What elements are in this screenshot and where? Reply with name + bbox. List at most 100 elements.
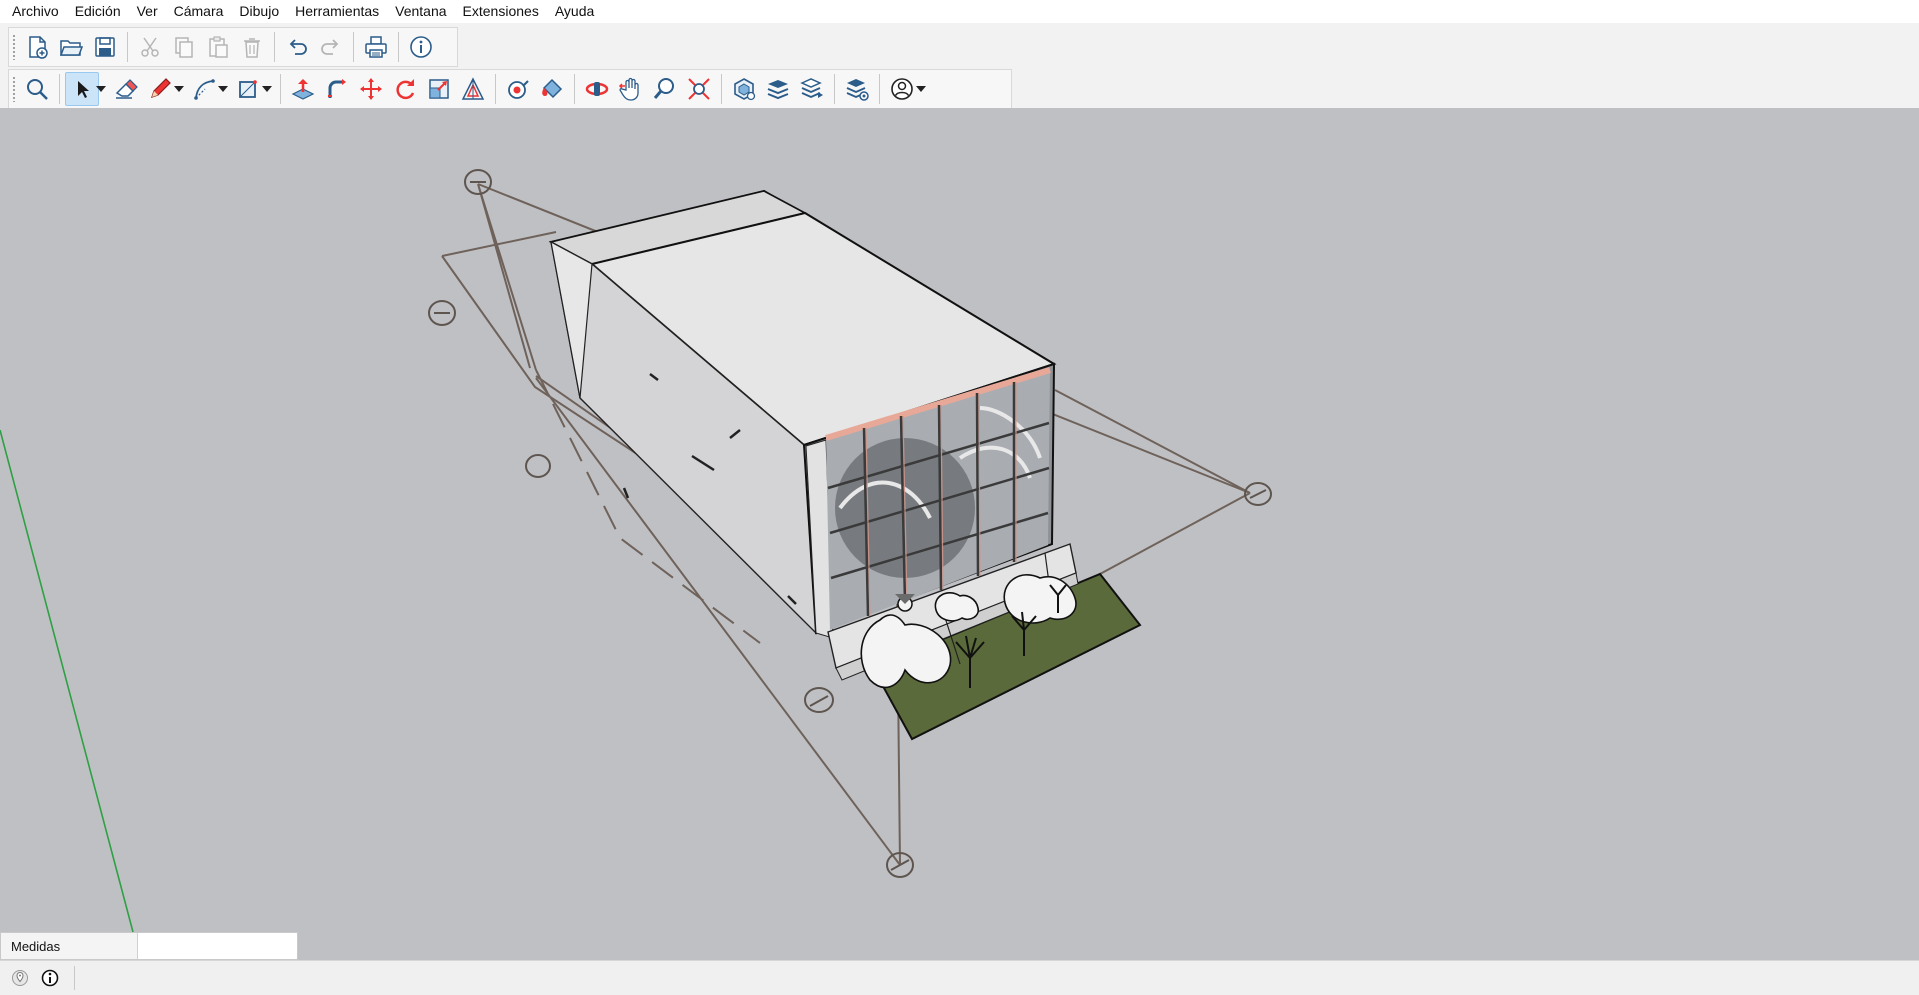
pan-tool-button[interactable]: [614, 72, 648, 106]
eraser-icon: [115, 79, 138, 99]
search-button[interactable]: [20, 72, 54, 106]
menu-dibujo[interactable]: Dibujo: [231, 0, 287, 23]
account-button[interactable]: [885, 72, 919, 106]
pan-icon: [618, 77, 639, 101]
toolbar-separator: [353, 32, 354, 62]
save-button[interactable]: [88, 30, 122, 64]
paint-bucket-tool-button[interactable]: [535, 72, 569, 106]
tape-measure-tool-button[interactable]: [501, 72, 535, 106]
delete-button[interactable]: [235, 30, 269, 64]
follow-me-icon: [328, 79, 346, 98]
rotate-icon: [396, 79, 415, 100]
measurements-label: Medidas: [11, 938, 61, 954]
styles-icon: [800, 78, 823, 98]
zoom-extents-tool-button[interactable]: [682, 72, 716, 106]
menu-extensiones[interactable]: Extensiones: [455, 0, 547, 23]
model-info-button[interactable]: [404, 30, 438, 64]
components-icon: [734, 78, 756, 101]
chevron-down-icon: [174, 86, 184, 92]
menu-camara[interactable]: Cámara: [166, 0, 232, 23]
toolbar-grip[interactable]: [12, 76, 16, 102]
redo-button[interactable]: [314, 30, 348, 64]
menu-archivo[interactable]: Archivo: [4, 0, 67, 23]
scenes-button[interactable]: [840, 72, 874, 106]
layers-button[interactable]: [761, 72, 795, 106]
open-folder-icon: [59, 40, 84, 56]
push-pull-icon: [291, 79, 315, 100]
paste-icon: [209, 36, 228, 58]
menu-bar: Archivo Edición Ver Cámara Dibujo Herram…: [0, 0, 1919, 23]
toolbar-separator: [127, 32, 128, 62]
toolbar-area: [0, 23, 1919, 109]
undo-button[interactable]: [280, 30, 314, 64]
modeling-viewport[interactable]: [0, 108, 1919, 932]
toolbar-separator: [274, 32, 275, 62]
cut-icon: [141, 37, 159, 57]
toolbar-separator: [280, 74, 281, 104]
menu-ver[interactable]: Ver: [129, 0, 166, 23]
standard-toolbar: [8, 27, 458, 67]
move-tool-button[interactable]: [354, 72, 388, 106]
toolbar-grip[interactable]: [12, 34, 16, 60]
push-pull-tool-button[interactable]: [286, 72, 320, 106]
move-icon: [360, 78, 382, 100]
open-button[interactable]: [54, 30, 88, 64]
orbit-tool-button[interactable]: [580, 72, 614, 106]
rectangle-tool-button[interactable]: [231, 72, 265, 106]
line-tool-button[interactable]: [143, 72, 177, 106]
menu-ventana[interactable]: Ventana: [387, 0, 454, 23]
chevron-down-icon: [96, 86, 106, 92]
model-info-icon: [410, 36, 432, 58]
styles-button[interactable]: [795, 72, 829, 106]
rotate-tool-button[interactable]: [388, 72, 422, 106]
arc-tool-button[interactable]: [187, 72, 221, 106]
menu-ayuda[interactable]: Ayuda: [547, 0, 602, 23]
chevron-down-icon: [218, 86, 228, 92]
paste-button[interactable]: [201, 30, 235, 64]
3d-scene[interactable]: [0, 108, 1919, 932]
toolbar-separator: [879, 74, 880, 104]
rectangle-dropdown[interactable]: [261, 72, 273, 106]
offset-tool-button[interactable]: [456, 72, 490, 106]
follow-me-tool-button[interactable]: [320, 72, 354, 106]
tape-measure-icon: [508, 80, 529, 99]
new-file-button[interactable]: [20, 30, 54, 64]
zoom-extents-icon: [688, 78, 710, 100]
credits-button[interactable]: [38, 966, 62, 990]
layers-icon: [767, 80, 789, 100]
pencil-line-icon: [151, 78, 171, 98]
scale-tool-button[interactable]: [422, 72, 456, 106]
orbit-icon: [585, 82, 609, 96]
measurements-box: Medidas: [0, 932, 298, 960]
toolbar-separator: [834, 74, 835, 104]
line-dropdown[interactable]: [173, 72, 185, 106]
save-icon: [95, 37, 115, 57]
paint-bucket-icon: [542, 78, 563, 99]
search-icon: [27, 79, 48, 100]
toolbar-separator: [721, 74, 722, 104]
select-dropdown[interactable]: [95, 72, 107, 106]
scale-icon: [429, 79, 449, 99]
cut-button[interactable]: [133, 30, 167, 64]
account-icon: [891, 78, 913, 100]
measurements-input[interactable]: [137, 933, 297, 959]
menu-edicion[interactable]: Edición: [67, 0, 129, 23]
select-tool-button[interactable]: [65, 72, 99, 106]
geolocation-button[interactable]: [8, 966, 32, 990]
menu-herramientas[interactable]: Herramientas: [287, 0, 387, 23]
info-credits-icon: [41, 969, 59, 987]
account-dropdown[interactable]: [915, 72, 927, 106]
zoom-tool-button[interactable]: [648, 72, 682, 106]
delete-icon: [244, 38, 260, 58]
toolbar-separator: [398, 32, 399, 62]
copy-button[interactable]: [167, 30, 201, 64]
arc-dropdown[interactable]: [217, 72, 229, 106]
print-button[interactable]: [359, 30, 393, 64]
new-file-icon: [29, 36, 48, 59]
redo-icon: [321, 39, 339, 55]
copy-icon: [175, 37, 193, 58]
eraser-tool-button[interactable]: [109, 72, 143, 106]
offset-icon: [461, 77, 485, 100]
rectangle-icon: [239, 80, 257, 98]
components-button[interactable]: [727, 72, 761, 106]
